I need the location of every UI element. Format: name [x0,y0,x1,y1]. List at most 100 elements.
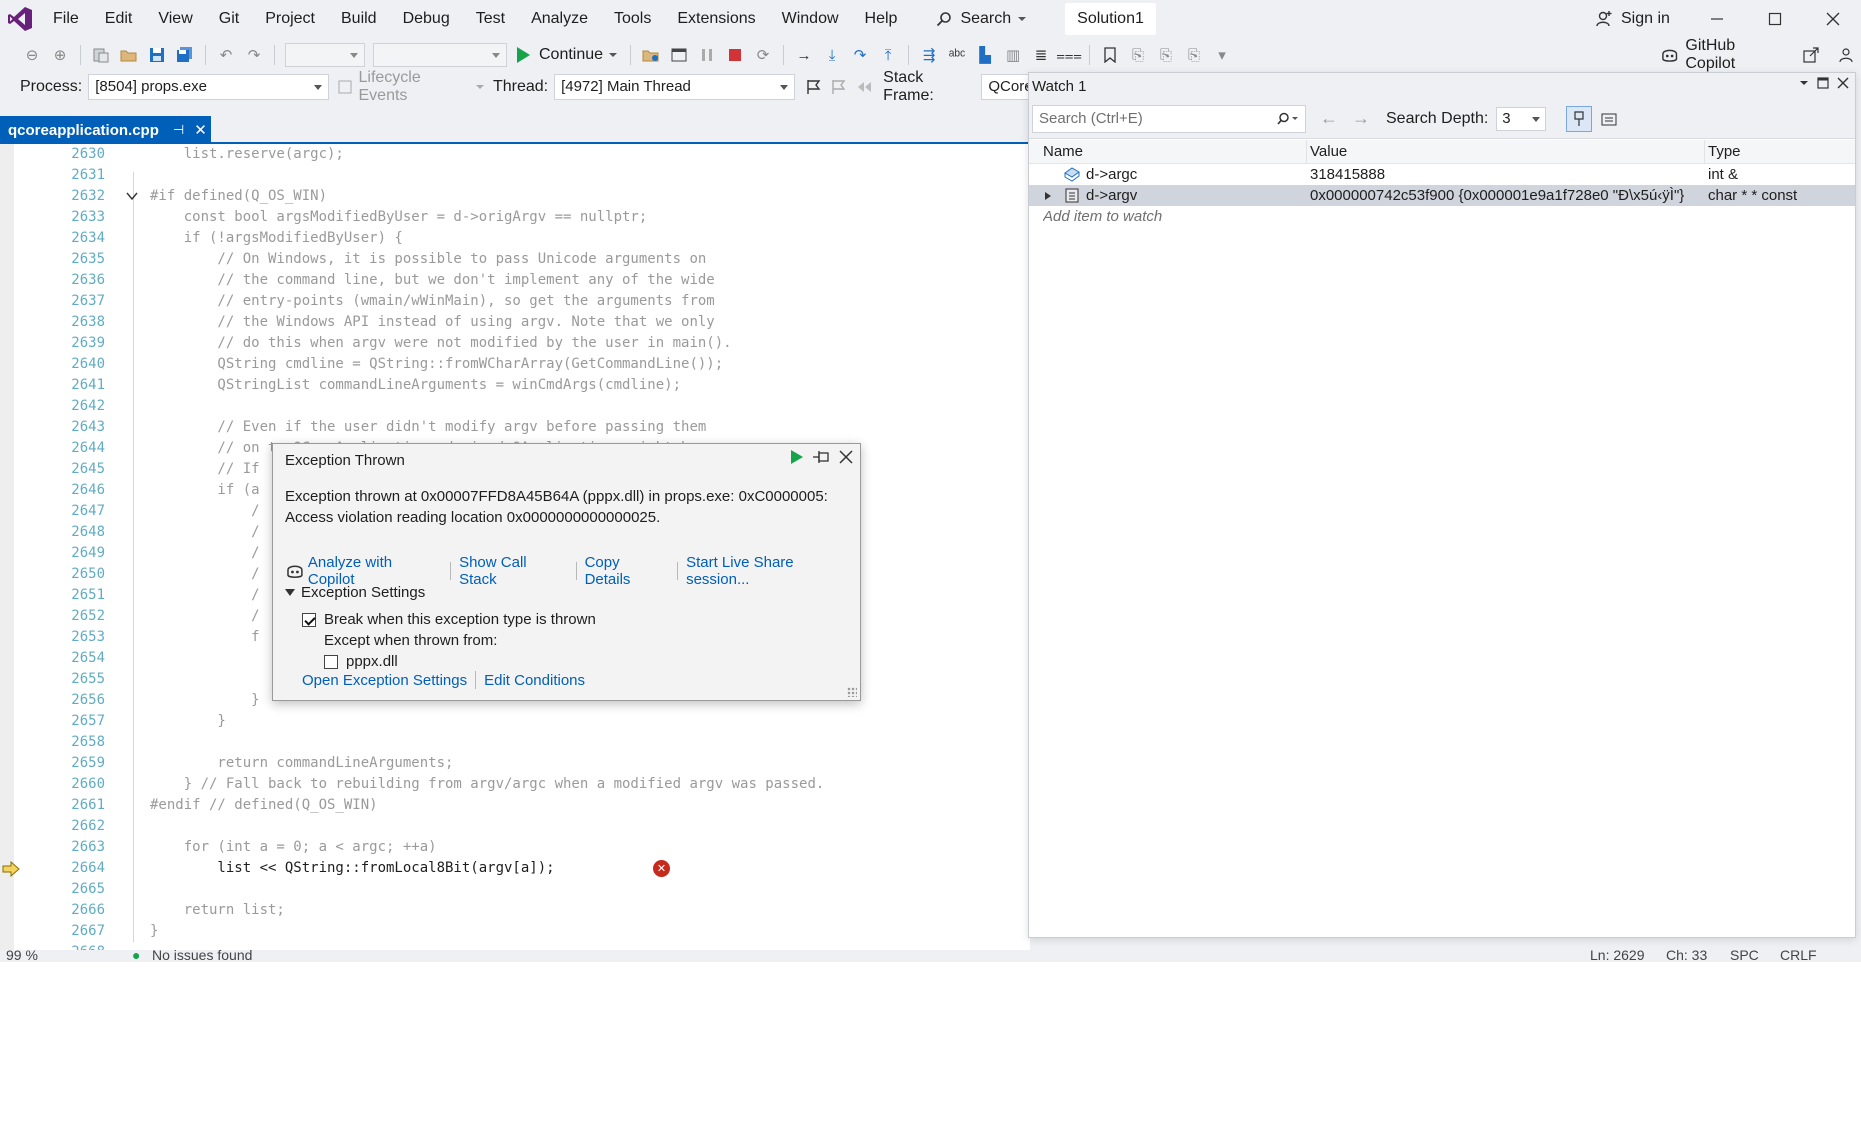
continue-button[interactable]: Continue [511,41,624,69]
code-line[interactable]: 2636 // the command line, but we don't i… [0,270,1030,291]
toolbar-overflow-icon[interactable]: ▾ [1209,42,1235,68]
continue-play-icon[interactable] [790,449,804,465]
code-line[interactable]: 2632 #if defined(Q_OS_WIN) [0,186,1030,207]
menu-window[interactable]: Window [769,0,852,38]
prev-bookmark-icon[interactable]: ⎘ [1125,42,1151,68]
code-line[interactable]: 2668 [0,942,1030,950]
line-endings[interactable]: CRLF [1780,950,1817,962]
find-next-icon[interactable]: → [1352,108,1370,129]
whitespace-mode[interactable]: SPC [1730,950,1759,962]
navigate-forward-icon[interactable]: ⊕ [47,42,73,68]
redo-icon[interactable]: ↷ [241,42,267,68]
save-icon[interactable] [144,42,170,68]
column-separator[interactable] [1704,140,1705,163]
menu-project[interactable]: Project [252,0,328,38]
code-line[interactable]: 2633 const bool argsModifiedByUser = d->… [0,207,1030,228]
find-in-files-icon[interactable]: ▙ [972,42,998,68]
menu-git[interactable]: Git [206,0,252,38]
code-line[interactable]: 2657 } [0,711,1030,732]
close-icon[interactable] [1837,77,1849,89]
code-line[interactable]: 2640 QString cmdline = QString::fromWCha… [0,354,1030,375]
menu-tools[interactable]: Tools [601,0,664,38]
code-line[interactable]: 2630 list.reserve(argc); [0,144,1030,165]
column-number[interactable]: Ch: 33 [1666,950,1707,962]
code-line[interactable]: 2660 } // Fall back to rebuilding from a… [0,774,1030,795]
minimize-button[interactable] [1688,0,1746,38]
code-line[interactable]: 2639 // do this when argv were not modif… [0,333,1030,354]
bookmark-icon[interactable] [1097,42,1123,68]
expand-arrow-icon[interactable] [1044,191,1052,201]
collapse-region-icon[interactable] [126,191,138,201]
solution-configuration-combo[interactable] [285,43,365,67]
start-live-share-link[interactable]: Start Live Share session... [686,554,860,588]
hex-display-icon[interactable] [1596,106,1622,132]
flag-all-threads-icon[interactable] [830,78,847,96]
open-exception-settings-link[interactable]: Open Exception Settings [302,672,467,689]
process-combo[interactable]: [8504] props.exe [88,74,330,100]
exception-error-icon[interactable]: ✕ [653,860,670,877]
sign-in-button[interactable]: Sign in [1595,0,1670,38]
menu-view[interactable]: View [145,0,205,38]
code-line[interactable]: 2662 [0,816,1030,837]
menu-analyze[interactable]: Analyze [518,0,601,38]
show-threads-icon[interactable] [856,78,873,96]
solution-platform-combo[interactable] [373,43,507,67]
outdent-icon[interactable]: ⩶ [1056,42,1082,68]
share-icon[interactable] [1802,46,1819,64]
menu-help[interactable]: Help [852,0,911,38]
pin-watch-icon[interactable] [1566,105,1593,132]
watch-value[interactable]: 0x000000742c53f900 {0x000001e9a1f728e0 "… [1310,185,1700,206]
open-folder-icon[interactable] [116,42,142,68]
add-item-placeholder[interactable]: Add item to watch [1043,206,1162,227]
watch-title-bar[interactable]: Watch 1 [1029,73,1855,99]
code-line[interactable]: 2663 for (int a = 0; a < argc; ++a) [0,837,1030,858]
flag-thread-icon[interactable] [805,78,822,96]
code-line[interactable]: 2631 [0,165,1030,186]
zoom-level[interactable]: 99 % [6,950,38,962]
restart-icon[interactable]: ⟳ [750,42,776,68]
indent-icon[interactable]: ≣ [1028,42,1054,68]
line-number[interactable]: Ln: 2629 [1590,950,1645,962]
file-tab-qcoreapplication[interactable]: qcoreapplication.cpp ⊣ ✕ [0,116,211,144]
edit-conditions-link[interactable]: Edit Conditions [484,672,585,689]
step-out-icon[interactable]: ⤒ [875,42,901,68]
resize-grip[interactable] [847,687,857,697]
menu-test[interactable]: Test [463,0,518,38]
code-line[interactable]: 2667} [0,921,1030,942]
code-line[interactable]: 2658 [0,732,1030,753]
search-depth-combo[interactable]: 3 [1496,106,1547,131]
github-copilot-button[interactable]: GitHub Copilot [1660,37,1861,72]
column-separator[interactable] [1306,140,1307,163]
hot-reload-icon[interactable]: ⇶ [916,42,942,68]
issues-status[interactable]: No issues found [152,950,252,962]
visual-studio-logo-icon[interactable] [0,0,40,38]
stop-debugging-icon[interactable] [722,42,748,68]
watch-add-row[interactable]: Add item to watch [1029,206,1855,227]
thread-combo[interactable]: [4972] Main Thread [554,74,795,100]
undo-icon[interactable]: ↶ [213,42,239,68]
step-into-icon[interactable]: ⤓ [819,42,845,68]
show-next-statement-icon[interactable]: → [791,42,817,68]
save-all-icon[interactable] [172,42,198,68]
code-line[interactable]: 2664 list << QString::fromLocal8Bit(argv… [0,858,1030,879]
code-line[interactable]: 2666 return list; [0,900,1030,921]
break-when-thrown-option[interactable]: Break when this exception type is thrown [302,611,596,628]
lifecycle-events-combo[interactable]: Lifecycle Events [337,69,485,105]
code-line[interactable]: 2641 QStringList commandLineArguments = … [0,375,1030,396]
code-line[interactable]: 2659 return commandLineArguments; [0,753,1030,774]
column-header-type[interactable]: Type [1708,140,1741,164]
search-icon[interactable] [1277,112,1299,126]
close-tab-icon[interactable]: ✕ [194,121,207,139]
code-line[interactable]: 2638 // the Windows API instead of using… [0,312,1030,333]
code-line[interactable]: 2643 // Even if the user didn't modify a… [0,417,1030,438]
spell-check-icon[interactable]: ᵃᵇᶜ [944,42,970,68]
comment-icon[interactable]: ▥ [1000,42,1026,68]
maximize-button[interactable] [1746,0,1804,38]
new-project-icon[interactable] [88,42,114,68]
step-over-icon[interactable]: ↷ [847,42,873,68]
pin-tab-icon[interactable]: ⊣ [173,122,184,138]
column-header-value[interactable]: Value [1310,140,1347,164]
code-line[interactable]: 2661 #endif // defined(Q_OS_WIN) [0,795,1030,816]
instruction-pointer-icon[interactable] [2,861,20,877]
close-window-button[interactable] [1804,0,1861,38]
